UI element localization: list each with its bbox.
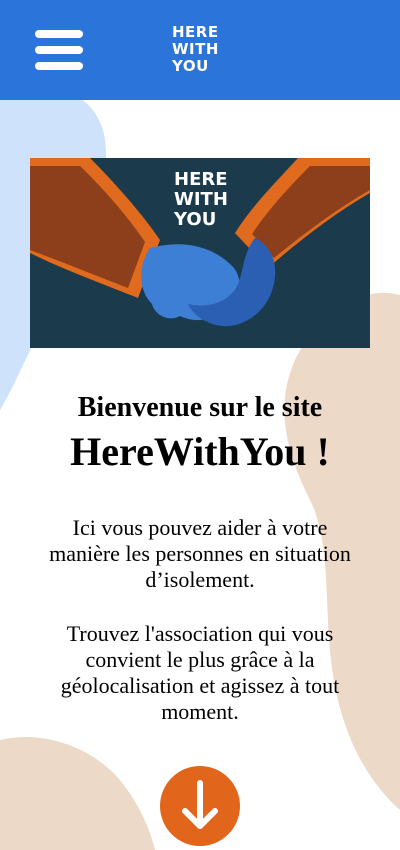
- background-blob-beige-left: [0, 736, 155, 850]
- logo-text-line-1: HERE: [172, 23, 219, 41]
- hero-logo-line-2: WITH: [174, 189, 228, 210]
- hero-logo: HERE WITH YOU: [174, 170, 228, 230]
- logo-text-line-3: YOU: [172, 57, 209, 75]
- hero-image: HERE WITH YOU: [30, 158, 370, 348]
- welcome-line-1: Bienvenue sur le site: [77, 392, 323, 423]
- hamburger-menu-icon[interactable]: [35, 30, 83, 70]
- site-logo[interactable]: HERE WITH YOU: [172, 24, 219, 75]
- intro-paragraph-1: Ici vous pouvez aider à votre manière le…: [49, 515, 351, 592]
- hero-logo-line-3: YOU: [174, 209, 217, 230]
- top-navigation-bar: HERE WITH YOU: [0, 0, 400, 100]
- intro-paragraph-2: Trouvez l'association qui vous convient …: [60, 621, 340, 724]
- logo-text-line-2: WITH: [172, 40, 219, 58]
- hero-logo-line-1: HERE: [174, 169, 228, 190]
- scroll-down-button[interactable]: [160, 766, 240, 846]
- welcome-line-2: HereWithYou !: [70, 429, 330, 474]
- arrow-down-icon: [182, 780, 218, 829]
- welcome-heading: Bienvenue sur le site HereWithYou !: [0, 390, 400, 478]
